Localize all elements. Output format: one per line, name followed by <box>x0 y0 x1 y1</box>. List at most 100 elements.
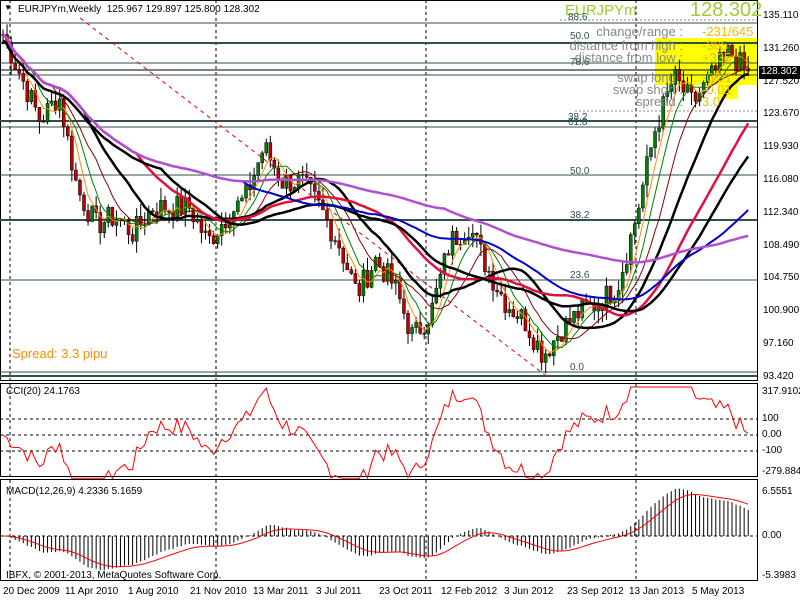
candle-body <box>236 200 240 212</box>
candle-body <box>531 337 536 350</box>
candle-body <box>438 273 443 289</box>
candle-body <box>527 330 532 339</box>
fib-level-label: 78.6 <box>570 57 590 68</box>
candle-body <box>195 219 200 223</box>
price-tick: 119.930 <box>763 141 799 153</box>
spread-label: Spread: 3.3 pipu <box>12 346 108 361</box>
candle-body <box>45 103 50 123</box>
candle-body <box>746 68 750 72</box>
time-tick: 3 Jul 2011 <box>316 586 362 597</box>
copyright: IBFX, © 2001-2013, MetaQuotes Software C… <box>6 570 222 581</box>
candle-body <box>215 235 220 244</box>
candle-body <box>353 273 358 284</box>
candle-body <box>357 283 362 296</box>
candle-body <box>620 272 625 291</box>
candle-body <box>495 290 499 293</box>
candle-body <box>13 62 17 70</box>
candle-body <box>337 240 341 249</box>
candle-body <box>446 253 451 256</box>
candle-body <box>276 167 281 181</box>
candle-body <box>66 126 70 137</box>
candle-body <box>256 162 260 176</box>
candle-body <box>653 131 657 148</box>
candle-body <box>361 269 366 296</box>
time-tick: 23 Oct 2011 <box>379 586 433 597</box>
candle-body <box>657 127 661 132</box>
cci-panel-frame <box>0 383 758 477</box>
fib-level-label: 38.2 <box>570 210 590 221</box>
candle-body <box>163 200 167 212</box>
candle-body <box>264 142 268 154</box>
candle-body <box>629 234 633 265</box>
candle-body <box>313 183 317 192</box>
candle-body <box>244 184 248 199</box>
candle-body <box>203 230 208 233</box>
price-tick: 108.490 <box>763 239 800 251</box>
price-tick: 131.260 <box>763 42 800 54</box>
candle-body <box>90 205 94 222</box>
candle-body <box>641 184 645 209</box>
candle-body <box>102 222 106 234</box>
price-tick: 123.670 <box>763 108 800 120</box>
candle-body <box>475 232 479 236</box>
candle-body <box>199 219 204 233</box>
candle-body <box>568 318 572 323</box>
macd-tick: -5.3983 <box>762 570 796 581</box>
candle-body <box>414 322 418 328</box>
candle-body <box>471 232 475 238</box>
candle-body <box>422 333 426 335</box>
candle-body <box>576 310 580 319</box>
candle-body <box>70 135 74 171</box>
info-value: 3.0 <box>702 94 721 109</box>
price-tick: 112.340 <box>763 206 799 218</box>
candle-body <box>325 209 329 220</box>
candle-body <box>300 174 305 176</box>
candle-body <box>515 316 520 319</box>
candle-body <box>499 291 503 295</box>
candle-body <box>369 270 374 288</box>
candle-body <box>649 147 653 157</box>
macd-tick: 6.5551 <box>762 486 793 497</box>
candle-body <box>406 313 410 334</box>
candle-body <box>74 169 78 181</box>
symbol-period: EURJPYm,Weekly <box>18 4 102 15</box>
candle-body <box>624 264 629 273</box>
price-tick: 97.160 <box>763 338 794 349</box>
time-tick: 13 Mar 2011 <box>253 586 309 597</box>
dropdown-arrow-icon[interactable]: ▼ <box>4 3 12 12</box>
price-tick: 104.750 <box>763 272 800 284</box>
candle-body <box>280 179 285 189</box>
macd-title: MACD(12,26,9) 4.2336 5.1659 <box>6 486 143 497</box>
fib-level-label: 88.6 <box>568 12 588 23</box>
fib-level-label: 50.0 <box>570 31 590 42</box>
candle-body <box>511 309 516 317</box>
fib-level-label: 61.8 <box>568 117 588 128</box>
time-tick: 3 Jun 2012 <box>504 586 554 597</box>
candle-body <box>25 80 30 102</box>
price-tick: 100.900 <box>763 305 800 317</box>
chart-header: EURJPYm,Weekly 125.967 129.897 125.800 1… <box>18 4 260 15</box>
current-price-tag: 128.302 <box>759 66 800 79</box>
candle-body <box>78 180 82 196</box>
candle-body <box>82 194 86 211</box>
info-price: 128.302 <box>690 0 763 21</box>
fib-level-label: 50.0 <box>570 166 590 177</box>
cci-tick: 317.9102 <box>762 386 800 397</box>
candle-body <box>333 240 337 242</box>
candle-body <box>608 285 613 304</box>
time-tick: 23 Sep 2012 <box>567 586 624 597</box>
candle-body <box>268 142 273 161</box>
fib-level-label: 23.6 <box>570 270 590 281</box>
candle-body <box>211 235 216 244</box>
candle-body <box>207 230 212 237</box>
candle-body <box>138 216 143 225</box>
ohlc-values: 125.967 129.897 125.800 128.302 <box>106 4 260 15</box>
candle-body <box>228 224 232 229</box>
candle-body <box>130 234 135 242</box>
candle-body <box>556 336 560 341</box>
cci-title: CCI(20) 24.1763 <box>6 386 80 397</box>
candle-body <box>305 174 309 178</box>
candle-body <box>86 210 90 222</box>
time-tick: 13 Jan 2013 <box>629 586 685 597</box>
macd-tick: 0.00 <box>762 530 782 541</box>
